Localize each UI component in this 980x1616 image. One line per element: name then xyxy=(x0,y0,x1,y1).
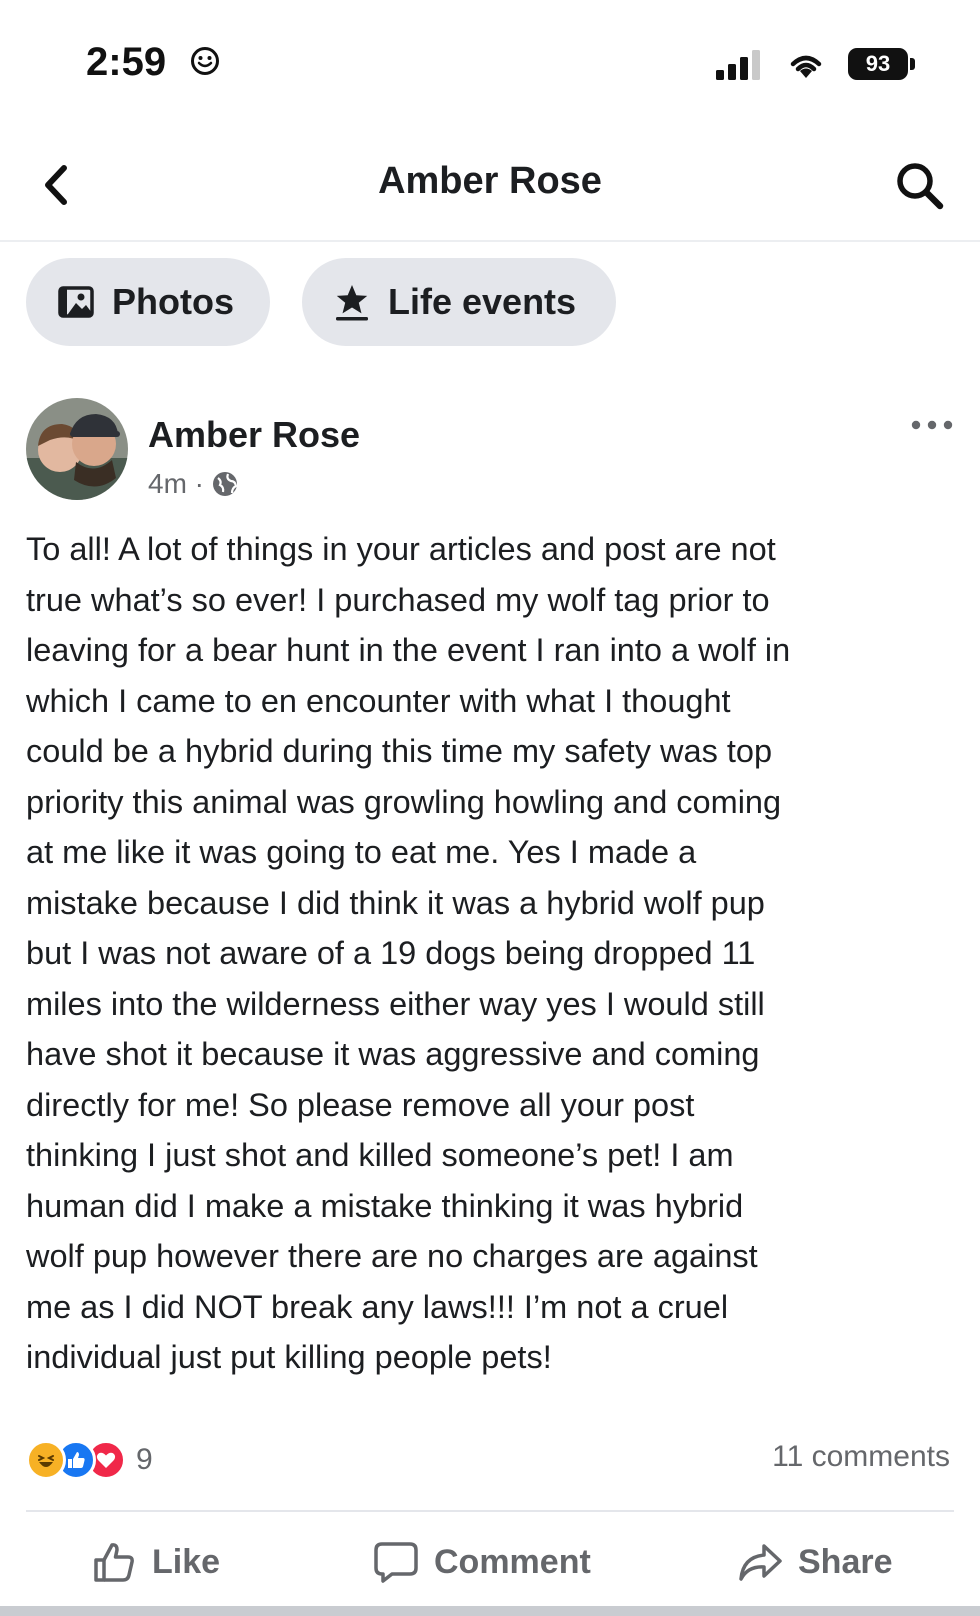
wifi-icon xyxy=(790,55,822,78)
thumbs-up-icon xyxy=(94,1543,134,1582)
share-arrow-icon xyxy=(739,1544,782,1581)
tab-life-events[interactable]: Life events xyxy=(302,258,616,346)
reactions-summary[interactable]: 9 xyxy=(26,1438,153,1482)
search-icon[interactable] xyxy=(892,158,948,214)
status-bar: 2:59 93 xyxy=(0,0,980,120)
more-options-icon[interactable] xyxy=(908,410,956,440)
comments-count-link[interactable]: 11 comments xyxy=(772,1440,950,1474)
photos-icon xyxy=(58,286,94,318)
profile-photo xyxy=(26,398,128,500)
tab-life-events-label: Life events xyxy=(388,281,577,322)
like-label: Like xyxy=(152,1542,221,1581)
comment-bubble-icon xyxy=(374,1542,418,1583)
battery-level: 93 xyxy=(865,51,891,76)
battery-icon: 93 xyxy=(848,48,918,80)
star-flag-icon xyxy=(336,285,368,321)
post-author[interactable]: Amber Rose xyxy=(148,414,360,456)
like-button[interactable]: Like xyxy=(90,1534,220,1590)
post-meta: 4m · xyxy=(148,468,240,500)
globe-icon xyxy=(213,472,238,496)
page-header: Amber Rose xyxy=(0,130,980,242)
share-label: Share xyxy=(798,1542,893,1581)
tab-photos-label: Photos xyxy=(112,281,234,322)
status-time: 2:59 xyxy=(86,40,167,84)
divider xyxy=(26,1510,954,1512)
haha-icon xyxy=(26,1440,66,1480)
smiley-icon xyxy=(191,47,219,75)
bottom-divider xyxy=(0,1606,980,1616)
avatar[interactable] xyxy=(26,398,128,500)
page-title: Amber Rose xyxy=(378,160,602,202)
comment-label: Comment xyxy=(434,1542,591,1581)
comment-button[interactable]: Comment xyxy=(372,1534,591,1590)
post-text: To all! A lot of things in your articles… xyxy=(26,531,791,1375)
tab-photos[interactable]: Photos xyxy=(26,258,270,346)
reaction-count: 9 xyxy=(136,1443,153,1476)
share-button[interactable]: Share xyxy=(736,1534,893,1590)
signal-icon xyxy=(716,50,760,80)
post-time: 4m · xyxy=(148,468,204,499)
